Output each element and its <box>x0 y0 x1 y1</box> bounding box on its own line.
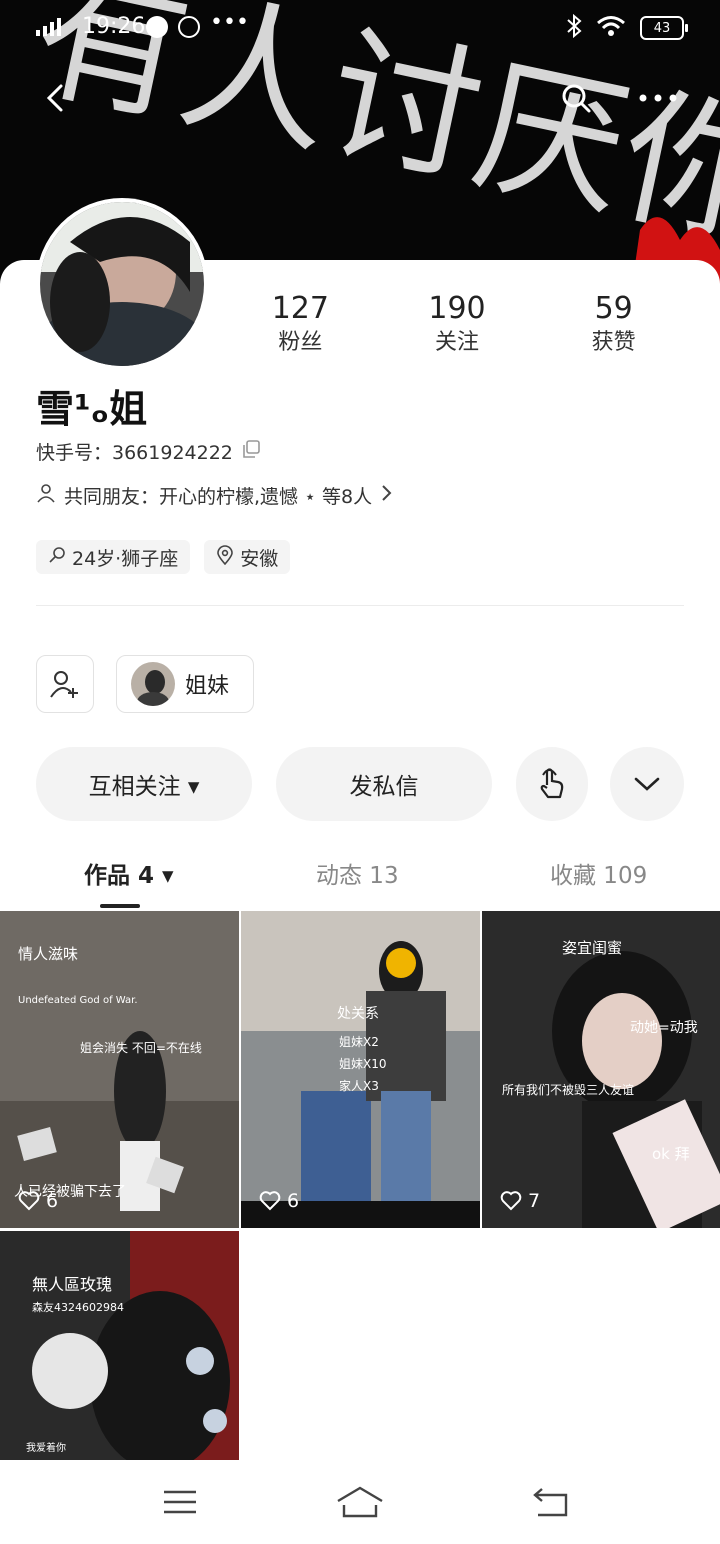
group-chip[interactable]: 姐妹 <box>116 655 254 713</box>
group-chip-label: 姐妹 <box>185 674 230 699</box>
copy-icon[interactable] <box>241 439 261 464</box>
following-count: 190 <box>428 291 486 326</box>
work-likes-count: 7 <box>528 1190 541 1212</box>
work-overlay-text: 森友4324602984 <box>32 1301 124 1314</box>
user-id-row: 快手号：3661924222 <box>36 438 261 465</box>
back-icon <box>46 84 63 112</box>
expand-button[interactable] <box>610 747 684 821</box>
group-avatar <box>131 662 175 706</box>
heart-icon <box>18 1191 40 1211</box>
tab-works[interactable]: 作品 4 ▾ <box>84 856 174 890</box>
section-divider <box>36 605 684 606</box>
work-overlay-text: 姿宜闺蜜 <box>562 939 623 957</box>
work-overlay-text: 姐会消失 不回=不在线 <box>80 1041 202 1055</box>
top-nav <box>0 70 720 126</box>
user-id: 快手号：3661924222 <box>36 442 233 464</box>
menu-button[interactable] <box>156 1482 204 1522</box>
followers-label: 粉丝 <box>278 330 323 355</box>
work-overlay-text: 情人滋味 <box>18 945 79 963</box>
system-nav-bar <box>0 1460 720 1544</box>
content-tabs: 作品 4 ▾ 动态 13 收藏 109 <box>0 848 720 908</box>
mutual-follow-button[interactable]: 互相关注 ▾ <box>36 747 252 821</box>
work-overlay-text: 無人區玫瑰 <box>32 1275 113 1294</box>
work-overlay-text: 处关系 <box>337 1006 379 1022</box>
battery-icon: 43 <box>640 16 688 40</box>
stats-row: 127 粉丝 190 关注 59 获赞 <box>222 290 692 358</box>
work-thumbnail <box>482 911 720 1228</box>
likes-count: 59 <box>594 291 633 326</box>
add-person-icon <box>50 671 78 698</box>
status-time: 19:26 <box>82 14 146 39</box>
back-nav-button[interactable] <box>526 1482 574 1522</box>
work-likes: 6 <box>18 1190 58 1212</box>
work-tile[interactable]: 姿宜闺蜜 动她=动我 所有我们不被毁三人友谊 ok 拜 7 <box>482 911 720 1228</box>
profile-tags: 24岁·狮子座 安徽 <box>36 540 291 574</box>
work-overlay-text: Undefeated God of War. <box>18 995 138 1006</box>
app-icon-2 <box>178 16 200 38</box>
followers-count: 127 <box>271 291 329 326</box>
return-icon <box>533 1488 568 1517</box>
wifi-icon <box>596 15 626 41</box>
menu-icon <box>164 1490 196 1514</box>
home-icon <box>337 1486 383 1518</box>
stat-following[interactable]: 190 关注 <box>379 290 536 358</box>
work-tile[interactable]: 無人區玫瑰 森友4324602984 我爱着你 <box>0 1231 239 1460</box>
work-thumbnail <box>0 1231 239 1460</box>
tab-favorites[interactable]: 收藏 109 <box>550 856 647 890</box>
work-likes: 7 <box>500 1190 540 1212</box>
battery-level: 43 <box>653 20 671 36</box>
home-button[interactable] <box>336 1482 384 1522</box>
tag-location-text: 安徽 <box>240 547 279 570</box>
person-icon <box>36 483 56 508</box>
work-overlay-text: 家人X3 <box>339 1079 379 1093</box>
heart-icon <box>259 1191 281 1211</box>
likes-label: 获赞 <box>591 330 636 355</box>
mutual-friends-text: 共同朋友：开心的柠檬,遗憾 ⋆ 等8人 <box>64 486 373 508</box>
work-tile[interactable]: 处关系 姐妹X2 姐妹X10 家人X3 6 <box>241 911 480 1228</box>
tag-age-zodiac: 24岁·狮子座 <box>36 540 191 574</box>
add-friend-button[interactable] <box>36 655 94 713</box>
stat-followers[interactable]: 127 粉丝 <box>222 290 379 358</box>
tag-age-text: 24岁·狮子座 <box>72 547 179 570</box>
work-likes-count: 6 <box>287 1190 300 1212</box>
more-status-icon: ••• <box>210 10 249 35</box>
work-overlay-text: 我爱着你 <box>26 1443 66 1454</box>
bluetooth-icon <box>566 13 582 42</box>
following-label: 关注 <box>435 330 480 355</box>
work-overlay-text: 姐妹X10 <box>339 1057 387 1071</box>
profile-name: 雪¹ₒ姐 <box>36 387 148 431</box>
tag-location: 安徽 <box>204 540 291 574</box>
mutual-friends-row[interactable]: 共同朋友：开心的柠檬,遗憾 ⋆ 等8人 <box>36 482 392 509</box>
search-button[interactable] <box>548 70 604 126</box>
back-button[interactable] <box>28 70 84 126</box>
work-overlay-text: 所有我们不被毁三人友谊 <box>502 1083 635 1097</box>
status-bar: 19:26 ••• 43 <box>0 0 720 56</box>
send-message-button[interactable]: 发私信 <box>276 747 492 821</box>
stat-likes[interactable]: 59 获赞 <box>535 290 692 358</box>
work-likes: 6 <box>259 1190 299 1212</box>
active-tab-indicator <box>100 904 140 908</box>
work-tile[interactable]: 情人滋味 Undefeated God of War. 姐会消失 不回=不在线 … <box>0 911 239 1228</box>
more-button[interactable] <box>630 70 686 126</box>
work-likes-count: 6 <box>46 1190 59 1212</box>
work-overlay-text: ok 拜 <box>652 1145 690 1163</box>
tap-hand-icon <box>540 768 564 799</box>
work-overlay-text: 动她=动我 <box>630 1020 698 1036</box>
chevron-right-icon <box>380 484 392 507</box>
zodiac-icon <box>48 546 66 569</box>
tab-moments[interactable]: 动态 13 <box>316 856 399 890</box>
heart-icon <box>500 1191 522 1211</box>
work-overlay-text: 姐妹X2 <box>339 1035 379 1049</box>
chevron-down-icon <box>634 777 660 791</box>
search-icon <box>562 84 591 113</box>
more-dots-icon <box>639 94 677 102</box>
poke-button[interactable] <box>516 747 588 821</box>
signal-icon <box>34 16 76 42</box>
app-icon-1 <box>146 16 168 38</box>
avatar-photo <box>40 202 204 366</box>
location-pin-icon <box>216 544 234 570</box>
profile-avatar[interactable] <box>36 198 208 370</box>
